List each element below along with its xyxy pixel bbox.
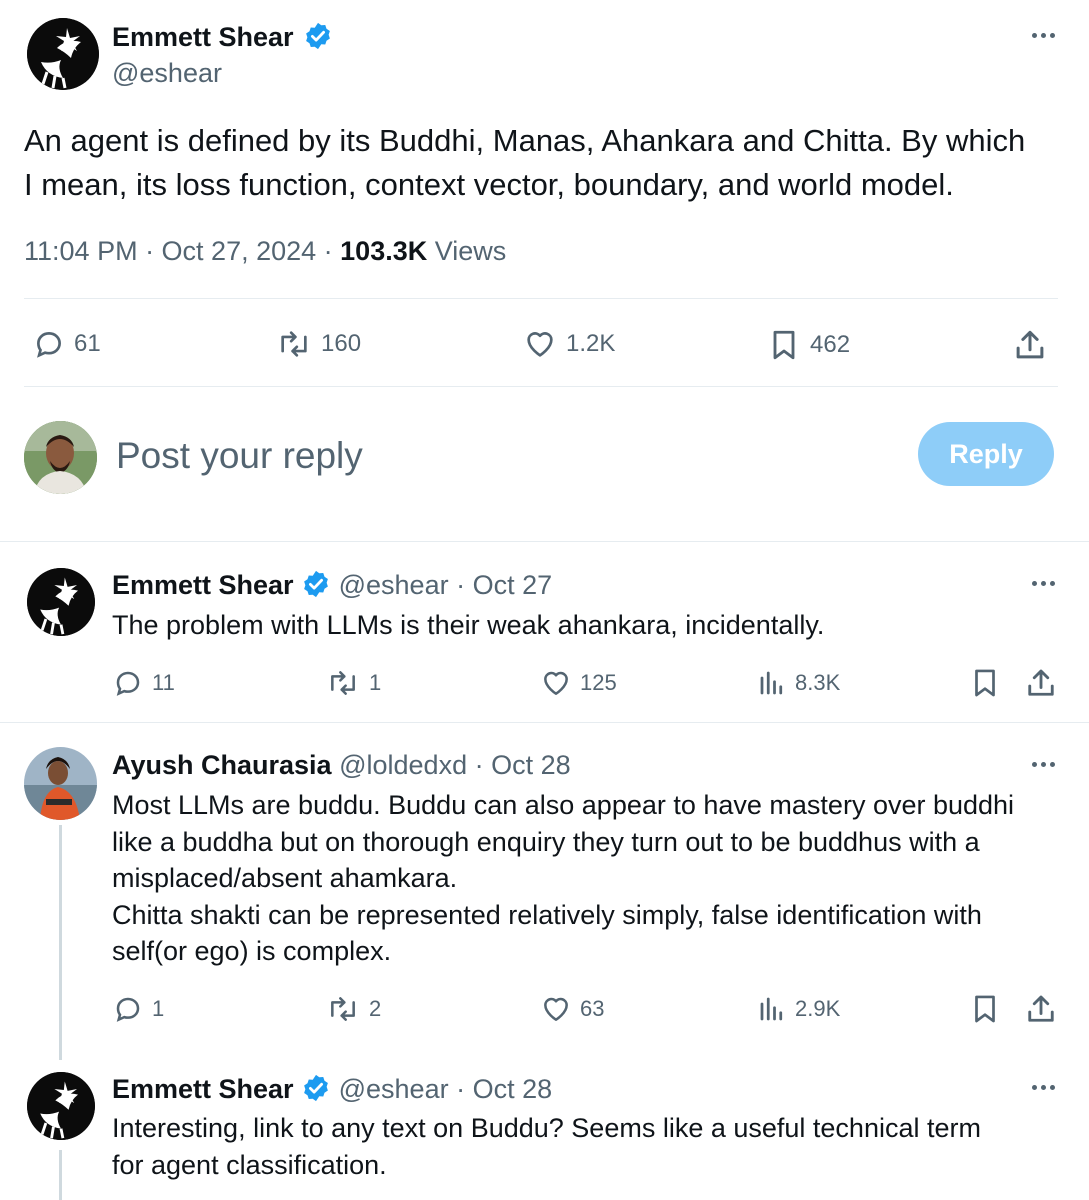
repost-action[interactable]: 2 bbox=[325, 993, 381, 1025]
bookmark-count: 462 bbox=[810, 331, 851, 358]
reply-icon bbox=[37, 332, 61, 358]
author-name[interactable]: Emmett Shear bbox=[112, 22, 294, 52]
more-options-icon[interactable] bbox=[1032, 1085, 1055, 1090]
verified-badge-icon bbox=[306, 22, 330, 49]
reply-icon bbox=[116, 997, 140, 1022]
bookmark-action[interactable] bbox=[968, 992, 1002, 1026]
tweet-meta: 11:04 PM · Oct 27, 2024 · 103.3K Views bbox=[24, 234, 506, 268]
like-action[interactable]: 63 bbox=[540, 993, 604, 1025]
reply-input[interactable]: Post your reply bbox=[116, 433, 363, 479]
share-icon bbox=[1028, 995, 1054, 1022]
like-action[interactable]: 1.2K bbox=[522, 327, 615, 361]
user-avatar[interactable] bbox=[24, 421, 97, 494]
bookmark-icon bbox=[773, 330, 795, 360]
bookmark-icon bbox=[975, 669, 995, 697]
author-name[interactable]: Emmett Shear bbox=[112, 570, 294, 600]
repost-icon bbox=[281, 331, 307, 357]
tweet-text-line: Chitta shakti can be represented relativ… bbox=[112, 899, 982, 930]
author-name[interactable]: Emmett Shear bbox=[112, 1074, 294, 1104]
repost-action[interactable]: 160 bbox=[275, 327, 361, 361]
author-handle[interactable]: @eshear bbox=[112, 56, 222, 90]
repost-count: 160 bbox=[321, 330, 362, 357]
divider bbox=[0, 541, 1089, 542]
thread-line bbox=[59, 1150, 62, 1200]
timestamp[interactable]: 11:04 PM · Oct 27, 2024 · bbox=[24, 236, 340, 266]
views-count: 103.3K bbox=[340, 236, 428, 266]
author-avatar[interactable] bbox=[27, 568, 95, 636]
share-icon bbox=[1016, 330, 1044, 359]
author-name[interactable]: Ayush Chaurasia bbox=[112, 750, 332, 780]
bookmark-action[interactable] bbox=[968, 666, 1002, 700]
analytics-icon bbox=[760, 997, 783, 1021]
views-count: 2.9K bbox=[795, 996, 841, 1021]
views-action[interactable]: 2.9K bbox=[757, 993, 840, 1025]
tweet-text-line: self(or ego) is complex. bbox=[112, 936, 392, 966]
tweet-text-line: for agent classification. bbox=[112, 1150, 387, 1180]
bookmark-icon bbox=[975, 995, 995, 1023]
divider bbox=[0, 722, 1089, 723]
views-count: 8.3K bbox=[795, 670, 841, 695]
views-label: Views bbox=[427, 236, 507, 266]
tweet-text-line: Most LLMs are buddu. Buddu can also appe… bbox=[112, 790, 1015, 820]
like-count: 125 bbox=[580, 670, 617, 695]
like-count: 63 bbox=[580, 996, 605, 1021]
tweet-text-line: The problem with LLMs is their weak ahan… bbox=[112, 610, 825, 640]
author-avatar[interactable] bbox=[24, 747, 97, 820]
heart-icon bbox=[544, 997, 568, 1021]
reply-count: 1 bbox=[152, 996, 165, 1021]
thread-line bbox=[59, 825, 62, 1060]
analytics-icon bbox=[760, 671, 783, 695]
tweet-text: Interesting, link to any text on Buddu? … bbox=[112, 1110, 981, 1184]
verified-badge-icon bbox=[304, 570, 328, 597]
author-avatar[interactable] bbox=[27, 18, 99, 90]
like-action[interactable]: 125 bbox=[540, 667, 617, 699]
tweet-text-line: like a buddha but on thorough enquiry th… bbox=[112, 826, 980, 857]
tweet-meta[interactable]: @eshear · Oct 27 bbox=[339, 570, 553, 600]
reply-icon bbox=[116, 671, 140, 696]
avatar-logo-icon bbox=[27, 1072, 95, 1140]
tweet-text: The problem with LLMs is their weak ahan… bbox=[112, 607, 824, 644]
author-avatar-photo bbox=[24, 747, 97, 820]
user-avatar-photo bbox=[24, 421, 97, 494]
repost-icon bbox=[331, 671, 355, 695]
repost-count: 2 bbox=[369, 996, 382, 1021]
divider bbox=[24, 386, 1058, 387]
tweet-meta[interactable]: @loldedxd · Oct 28 bbox=[339, 750, 571, 780]
reply-action[interactable]: 1 bbox=[112, 993, 164, 1025]
repost-count: 1 bbox=[369, 670, 382, 695]
reply-count: 61 bbox=[74, 330, 101, 357]
repost-icon bbox=[331, 997, 355, 1021]
avatar-logo-icon bbox=[27, 568, 95, 636]
tweet-text-line: I mean, its loss function, context vecto… bbox=[24, 167, 954, 202]
reply-button[interactable]: Reply bbox=[918, 422, 1054, 486]
more-options-icon[interactable] bbox=[1032, 762, 1055, 767]
reply-count: 11 bbox=[152, 670, 175, 695]
bookmark-action[interactable]: 462 bbox=[766, 327, 850, 363]
heart-icon bbox=[527, 332, 553, 357]
views-action[interactable]: 8.3K bbox=[757, 667, 840, 699]
tweet-text-line: An agent is defined by its Buddhi, Manas… bbox=[24, 123, 1026, 158]
divider bbox=[24, 298, 1058, 299]
tweet-text-line: Interesting, link to any text on Buddu? … bbox=[112, 1113, 981, 1143]
share-action[interactable] bbox=[1023, 665, 1059, 701]
like-count: 1.2K bbox=[566, 330, 616, 357]
author-avatar[interactable] bbox=[27, 1072, 95, 1140]
heart-icon bbox=[544, 671, 568, 695]
verified-badge-icon bbox=[304, 1074, 328, 1101]
reply-action[interactable]: 61 bbox=[32, 327, 101, 361]
repost-action[interactable]: 1 bbox=[325, 667, 381, 699]
tweet-text-line: misplaced/absent ahamkara. bbox=[112, 863, 458, 893]
more-options-icon[interactable] bbox=[1032, 33, 1055, 38]
share-action[interactable] bbox=[1011, 326, 1049, 364]
avatar-logo-icon bbox=[27, 18, 99, 90]
tweet-text: An agent is defined by its Buddhi, Manas… bbox=[24, 119, 1025, 207]
share-icon bbox=[1028, 669, 1054, 696]
tweet-meta[interactable]: @eshear · Oct 28 bbox=[339, 1074, 553, 1104]
reply-action[interactable]: 11 bbox=[112, 667, 175, 699]
share-action[interactable] bbox=[1023, 991, 1059, 1027]
tweet-text: Most LLMs are buddu. Buddu can also appe… bbox=[112, 787, 1014, 970]
more-options-icon[interactable] bbox=[1032, 581, 1055, 586]
